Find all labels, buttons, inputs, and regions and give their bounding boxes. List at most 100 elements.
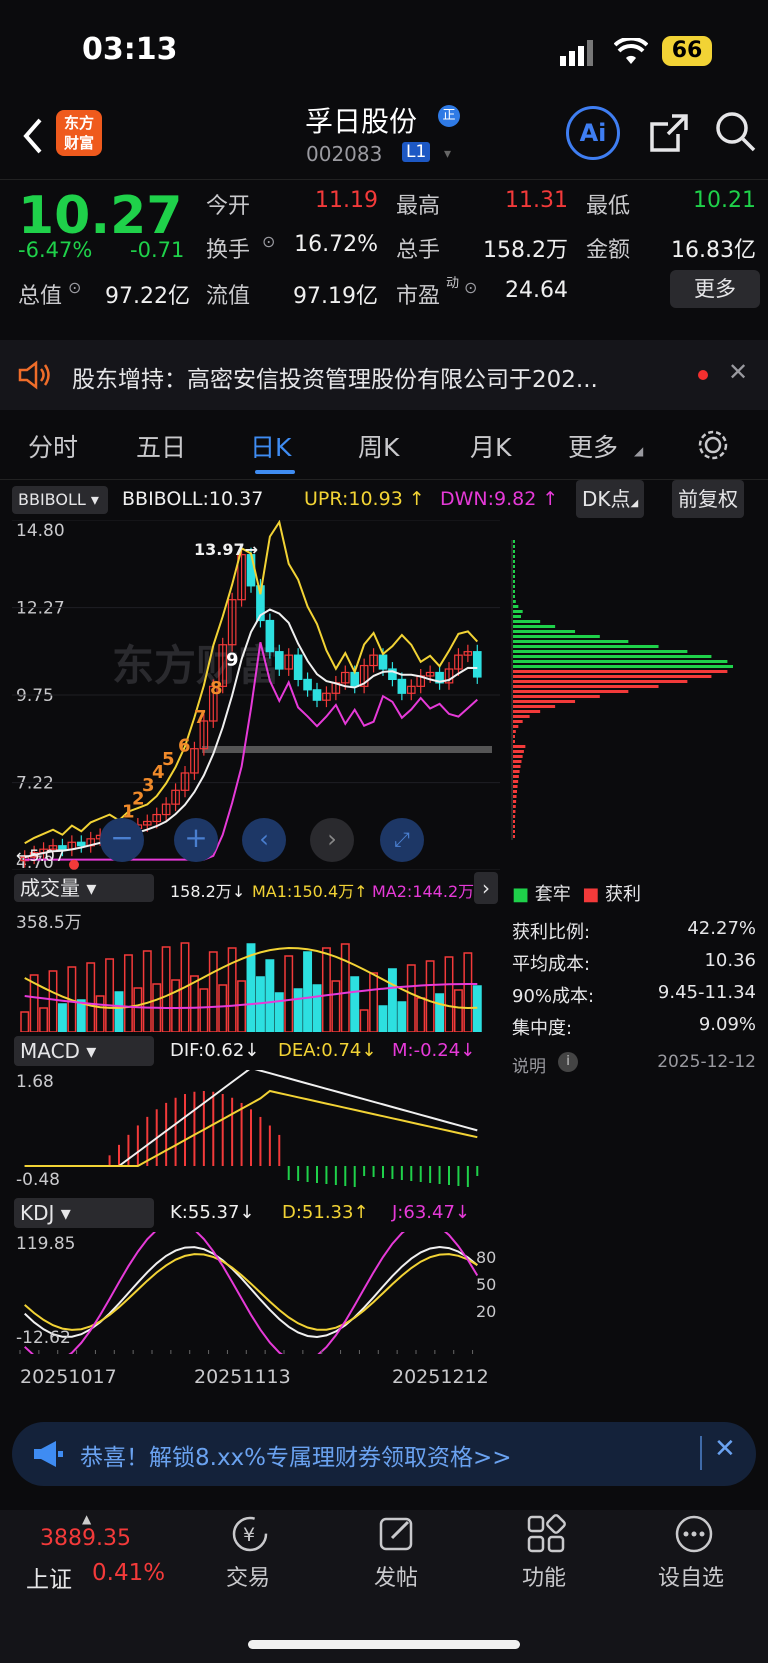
up-triangle-icon: ▲ bbox=[82, 1512, 92, 1526]
tab-five-day[interactable]: 五日 bbox=[136, 428, 186, 464]
close-icon[interactable]: ✕ bbox=[714, 1434, 736, 1464]
promo-banner[interactable]: 恭喜！解锁8.xx%专属理财券领取资格>> ✕ bbox=[12, 1422, 756, 1486]
kdj-indicator-select[interactable]: KDJ ▾ bbox=[14, 1198, 154, 1228]
chip-bar bbox=[513, 585, 515, 588]
volume-bar bbox=[208, 951, 218, 1032]
wifi-icon bbox=[614, 38, 648, 64]
chip-bar bbox=[513, 795, 517, 798]
search-icon[interactable] bbox=[714, 110, 758, 154]
td-sequence-label: 9 bbox=[226, 649, 239, 670]
fullscreen-button[interactable]: ⤢ bbox=[380, 818, 424, 862]
unread-dot bbox=[698, 370, 708, 380]
td-sequence-label: 5 bbox=[162, 749, 175, 770]
index-name[interactable]: 上证 bbox=[26, 1560, 72, 1594]
announcement-bar[interactable]: 股东增持：高密安信投资管理股份有限公司于202... ✕ bbox=[0, 340, 768, 410]
ai-button[interactable]: Ai bbox=[566, 106, 620, 160]
chip-bar bbox=[513, 695, 600, 698]
nav-trade[interactable]: 交易 bbox=[226, 1560, 270, 1592]
tab-daily-k[interactable]: 日K bbox=[250, 428, 291, 464]
trade-yen-icon[interactable]: ¥ bbox=[230, 1514, 270, 1554]
tab-intraday[interactable]: 分时 bbox=[28, 428, 78, 464]
kline-chart[interactable]: 东方财富 14.8012.279.757.224.7013.97→←5.0712… bbox=[12, 520, 500, 870]
back-icon[interactable] bbox=[20, 116, 44, 156]
zoom-out-button[interactable]: − bbox=[100, 818, 144, 862]
close-icon[interactable]: ✕ bbox=[728, 358, 748, 386]
dk-point-button[interactable]: DK点◢ bbox=[576, 480, 645, 518]
info-icon[interactable]: ⊙ bbox=[68, 278, 81, 297]
functions-grid-icon[interactable] bbox=[526, 1514, 566, 1554]
kdj-chart bbox=[19, 1232, 479, 1354]
battery-level: 66 bbox=[662, 36, 712, 66]
tab-weekly-k[interactable]: 周K bbox=[358, 428, 399, 464]
adjust-button[interactable]: 前复权 bbox=[672, 480, 744, 518]
chip-bar bbox=[513, 745, 526, 748]
zoom-in-button[interactable]: + bbox=[174, 818, 218, 862]
chevron-down-icon[interactable]: ▾ bbox=[444, 146, 451, 162]
chip-bar bbox=[513, 815, 516, 818]
nav-functions[interactable]: 功能 bbox=[522, 1560, 566, 1592]
macd-indicator-select[interactable]: MACD ▾ bbox=[14, 1036, 154, 1066]
volume-bar bbox=[237, 980, 247, 1032]
kdj-d: D:51.33↑ bbox=[282, 1202, 369, 1223]
status-bar: 03:13 66 bbox=[0, 0, 768, 100]
volume-label: 总手 bbox=[396, 238, 441, 263]
volume-bar bbox=[114, 991, 124, 1032]
price-axis-label: 9.75 bbox=[16, 686, 54, 706]
index-value[interactable]: 3889.35 bbox=[40, 1526, 131, 1551]
nav-watchlist[interactable]: 设自选 bbox=[658, 1560, 724, 1592]
d-line bbox=[24, 1253, 478, 1331]
volume-bar bbox=[95, 995, 105, 1032]
chip-bar bbox=[513, 565, 515, 568]
candle-body bbox=[246, 554, 256, 587]
kdj-80-label: 80 bbox=[476, 1248, 497, 1267]
volume-bar bbox=[39, 1007, 49, 1032]
high-annotation: 13.97→ bbox=[194, 540, 258, 559]
profit-ratio-value: 42.27% bbox=[687, 918, 756, 939]
scroll-right-button[interactable]: › bbox=[310, 818, 354, 862]
price-axis-label: 14.80 bbox=[16, 521, 65, 541]
index-change[interactable]: 0.41% bbox=[92, 1560, 165, 1586]
chip-bar bbox=[513, 750, 524, 753]
settings-gear-icon[interactable] bbox=[696, 428, 730, 462]
chip-bar bbox=[513, 715, 530, 718]
volume-bar bbox=[284, 955, 294, 1032]
more-button[interactable]: 更多 bbox=[670, 270, 760, 308]
date-label-start: 20251017 bbox=[20, 1366, 117, 1388]
low-label: 最低 bbox=[586, 194, 631, 219]
volume-bar bbox=[274, 992, 284, 1032]
volume-indicator-select[interactable]: 成交量 ▾ bbox=[14, 874, 154, 902]
chip-bar bbox=[513, 755, 523, 758]
tab-monthly-k[interactable]: 月K bbox=[470, 428, 511, 464]
nav-post[interactable]: 发帖 bbox=[374, 1560, 418, 1592]
volume-bar bbox=[20, 1011, 30, 1032]
chip-bar bbox=[513, 690, 629, 693]
bbi-value: BBIBOLL:10.37 bbox=[122, 488, 264, 510]
chip-bar bbox=[513, 675, 712, 678]
info-icon[interactable]: ⊙ bbox=[262, 232, 275, 251]
chip-bar bbox=[513, 805, 516, 808]
chip-bar bbox=[513, 595, 515, 598]
watchlist-more-icon[interactable] bbox=[674, 1514, 714, 1554]
promo-text: 恭喜！解锁8.xx%专属理财券领取资格>> bbox=[80, 1445, 512, 1471]
chip-bar bbox=[513, 580, 515, 583]
chip-bar bbox=[513, 600, 516, 603]
info-icon[interactable]: ⊙ bbox=[464, 278, 477, 297]
clock: 03:13 bbox=[82, 32, 178, 67]
avg-cost-value: 10.36 bbox=[704, 950, 756, 971]
post-edit-icon[interactable] bbox=[378, 1514, 418, 1554]
concentration-label: 集中度: bbox=[512, 1018, 573, 1039]
volume-bar bbox=[312, 984, 322, 1032]
info-icon[interactable]: i bbox=[558, 1052, 578, 1072]
chip-bar bbox=[513, 680, 688, 683]
tab-more[interactable]: 更多 bbox=[568, 428, 618, 464]
chip-note-link[interactable]: 说明 bbox=[512, 1052, 546, 1077]
scroll-left-button[interactable]: ‹ bbox=[242, 818, 286, 862]
price-axis-label: 12.27 bbox=[16, 599, 65, 619]
chip-bar bbox=[513, 705, 556, 708]
upr-value: UPR:10.93 ↑ bbox=[304, 488, 425, 510]
volume-bar bbox=[105, 958, 115, 1032]
share-icon[interactable] bbox=[648, 112, 690, 154]
expand-arrow-icon[interactable]: › bbox=[474, 872, 498, 904]
indicator-select[interactable]: BBIBOLL ▾ bbox=[12, 486, 108, 514]
candle-body bbox=[274, 651, 284, 670]
